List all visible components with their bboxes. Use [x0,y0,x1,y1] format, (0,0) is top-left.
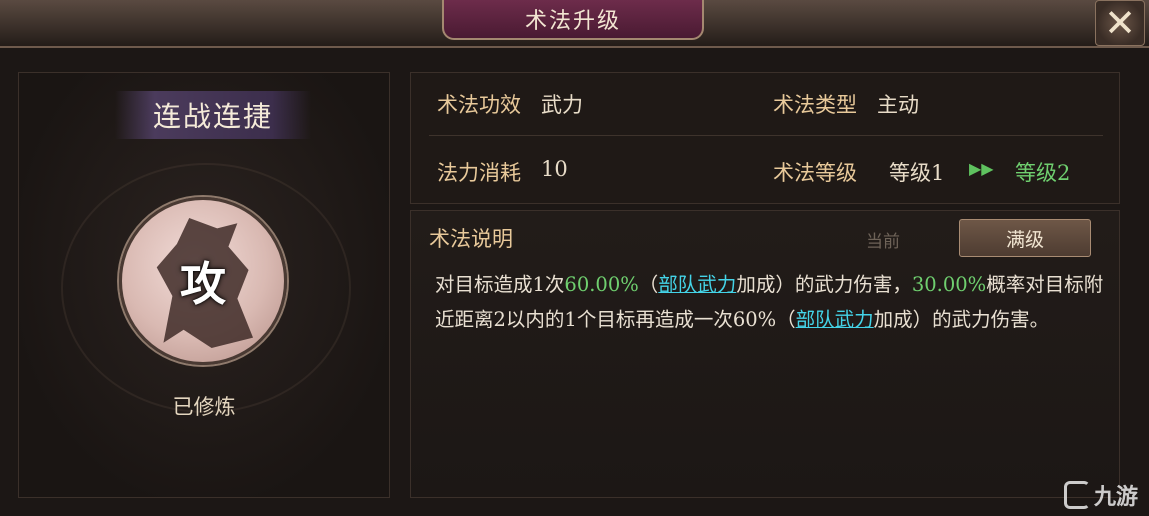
troop-force-link[interactable]: 部队武力 [796,308,874,331]
info-divider [429,135,1103,136]
effect-value: 武力 [541,93,583,117]
damage-percent: 60.00% [564,273,639,296]
level-next: 等级2 [1015,161,1071,185]
desc-text-part: 加成）的武力伤害。 [873,308,1050,331]
cost-value: 10 [541,157,568,181]
close-icon[interactable]: ✕ [1095,0,1145,46]
chance-percent: 30.00% [911,273,987,296]
skill-info-panel: 术法功效 武力 术法类型 主动 法力消耗 10 术法等级 等级1 ▶▶ 等级2 [410,72,1120,204]
type-value: 主动 [877,93,919,117]
tab-max-level[interactable]: 满级 [959,219,1091,257]
skill-icon[interactable]: 攻 [119,197,287,365]
effect-label: 术法功效 [437,93,521,117]
description-title: 术法说明 [429,227,513,251]
info-row-effect: 术法功效 武力 术法类型 主动 [411,73,1119,135]
type-label: 术法类型 [773,93,857,117]
jiuyou-logo-icon [1064,481,1090,509]
window-title: 术法升级 [442,0,704,40]
tab-current[interactable]: 当前 [843,221,923,257]
level-current: 等级1 [889,161,945,185]
double-arrow-icon: ▶▶ [969,159,994,178]
description-panel: 术法说明 当前 满级 对目标造成1次60.00%（部队武力加成）的武力伤害，30… [410,210,1120,498]
cost-label: 法力消耗 [437,161,521,185]
desc-text-part: （ [638,273,659,296]
skill-portrait-panel: 连战连捷 攻 已修炼 [18,72,390,498]
watermark: 九游 [1064,478,1144,512]
watermark-text: 九游 [1094,485,1139,510]
attack-glyph: 攻 [180,257,226,311]
skill-status: 已修炼 [172,395,236,419]
info-row-cost: 法力消耗 10 术法等级 等级1 ▶▶ 等级2 [411,141,1119,203]
skill-name: 连战连捷 [115,91,311,139]
desc-text-part: 加成）的武力伤害， [736,273,912,296]
desc-text-part: 对目标造成1次 [435,273,565,296]
troop-force-link[interactable]: 部队武力 [658,273,736,296]
level-label: 术法等级 [773,161,857,185]
description-text: 对目标造成1次60.00%（部队武力加成）的武力伤害，30.00%概率对目标附近… [435,267,1105,337]
